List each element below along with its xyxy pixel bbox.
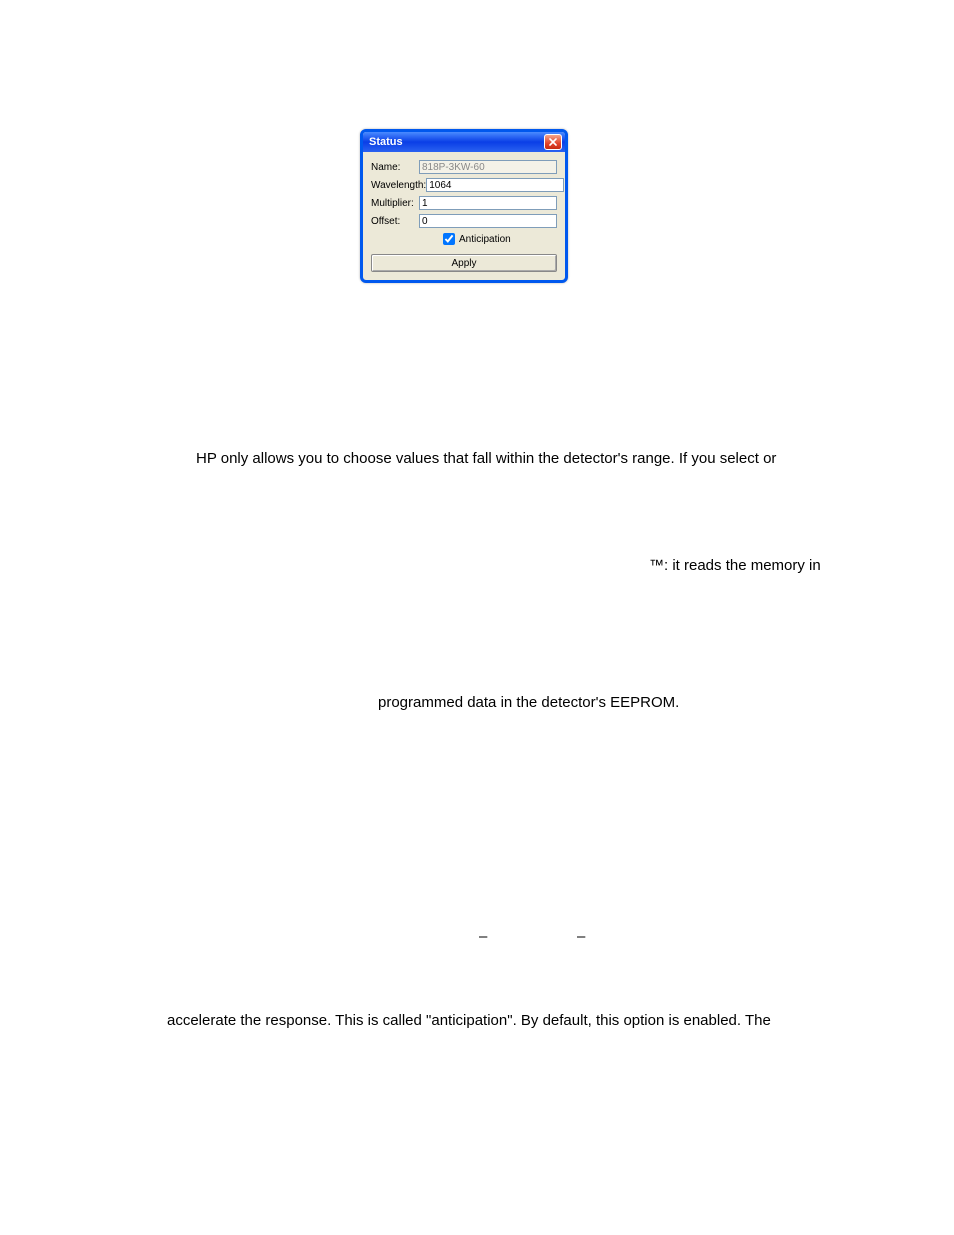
body-text-line: programmed data in the detector's EEPROM… [378, 694, 679, 711]
close-icon [549, 138, 557, 146]
apply-button[interactable]: Apply [371, 254, 557, 272]
wavelength-label: Wavelength: [371, 180, 426, 191]
body-text-line: accelerate the response. This is called … [167, 1012, 771, 1029]
multiplier-field[interactable] [419, 196, 557, 210]
close-button[interactable] [544, 134, 562, 150]
anticipation-checkbox[interactable] [443, 233, 455, 245]
dialog-title: Status [369, 136, 403, 148]
body-text-line: HP only allows you to choose values that… [196, 450, 776, 467]
wavelength-field[interactable] [426, 178, 564, 192]
name-field [419, 160, 557, 174]
body-text-line: ™: it reads the memory in [649, 557, 821, 574]
titlebar: Status [363, 132, 565, 152]
dash-char: – [479, 928, 487, 945]
name-label: Name: [371, 162, 419, 173]
anticipation-label: Anticipation [459, 234, 511, 245]
status-dialog: Status Name: Wavelength: Multiplier: Of [360, 129, 568, 283]
form-area: Name: Wavelength: Multiplier: Offset: An… [363, 152, 565, 252]
offset-label: Offset: [371, 216, 419, 227]
offset-field[interactable] [419, 214, 557, 228]
dash-char: – [577, 928, 585, 945]
multiplier-label: Multiplier: [371, 198, 419, 209]
